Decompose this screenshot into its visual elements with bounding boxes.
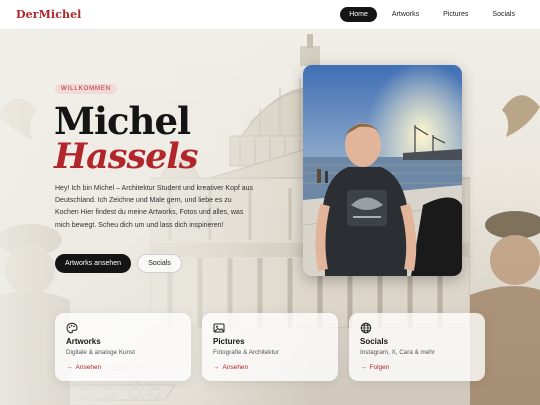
angel-statue-right (502, 95, 540, 137)
hero-intro-text: Hey! Ich bin Michel – Architektur Studen… (55, 185, 254, 229)
card-socials-link[interactable]: → Folgen (360, 364, 474, 371)
palette-icon (66, 322, 78, 334)
nav-link-pictures[interactable]: Pictures (434, 7, 477, 22)
card-artworks[interactable]: Artworks Digitale & analoge Kunst → Anse… (55, 313, 191, 381)
view-artworks-button[interactable]: Artworks ansehen (55, 254, 131, 273)
card-socials-link-label: Folgen (369, 364, 390, 371)
card-artworks-title: Artworks (66, 337, 101, 346)
card-artworks-link-label: Ansehen (75, 364, 102, 371)
nav-link-socials[interactable]: Socials (483, 7, 524, 22)
card-pictures-link[interactable]: → Ansehen (213, 364, 327, 371)
card-pictures[interactable]: Pictures Fotografie & Architektur → Anse… (202, 313, 338, 381)
hero-last-name: Hassels (54, 136, 198, 177)
arrow-right-icon: → (66, 364, 73, 371)
card-socials[interactable]: Socials Instagram, X, Cara & mehr → Folg… (349, 313, 485, 381)
nav-link-artworks[interactable]: Artworks (383, 7, 428, 22)
image-icon (213, 323, 225, 333)
nav-link-home[interactable]: Home (340, 7, 377, 22)
card-pictures-link-label: Ansehen (222, 364, 249, 371)
portrait-photo-image (303, 65, 462, 276)
nav-links: Home Artworks Pictures Socials (340, 7, 524, 22)
card-artworks-link[interactable]: → Ansehen (66, 364, 180, 371)
welcome-badge: WILLKOMMEN (55, 84, 118, 94)
card-socials-title: Socials (360, 337, 389, 346)
portrait-photo (303, 65, 462, 276)
card-pictures-title: Pictures (213, 337, 245, 346)
card-pictures-subtitle: Fotografie & Architektur (213, 349, 279, 356)
card-artworks-subtitle: Digitale & analoge Kunst (66, 349, 135, 356)
arrow-right-icon: → (213, 364, 220, 371)
card-socials-subtitle: Instagram, X, Cara & mehr (360, 349, 435, 356)
socials-button[interactable]: Socials (137, 254, 182, 273)
top-navigation: DerMichel Home Artworks Pictures Socials (0, 0, 540, 30)
arrow-right-icon: → (360, 364, 367, 371)
globe-icon (360, 322, 372, 334)
brand-logo[interactable]: DerMichel (16, 8, 81, 21)
